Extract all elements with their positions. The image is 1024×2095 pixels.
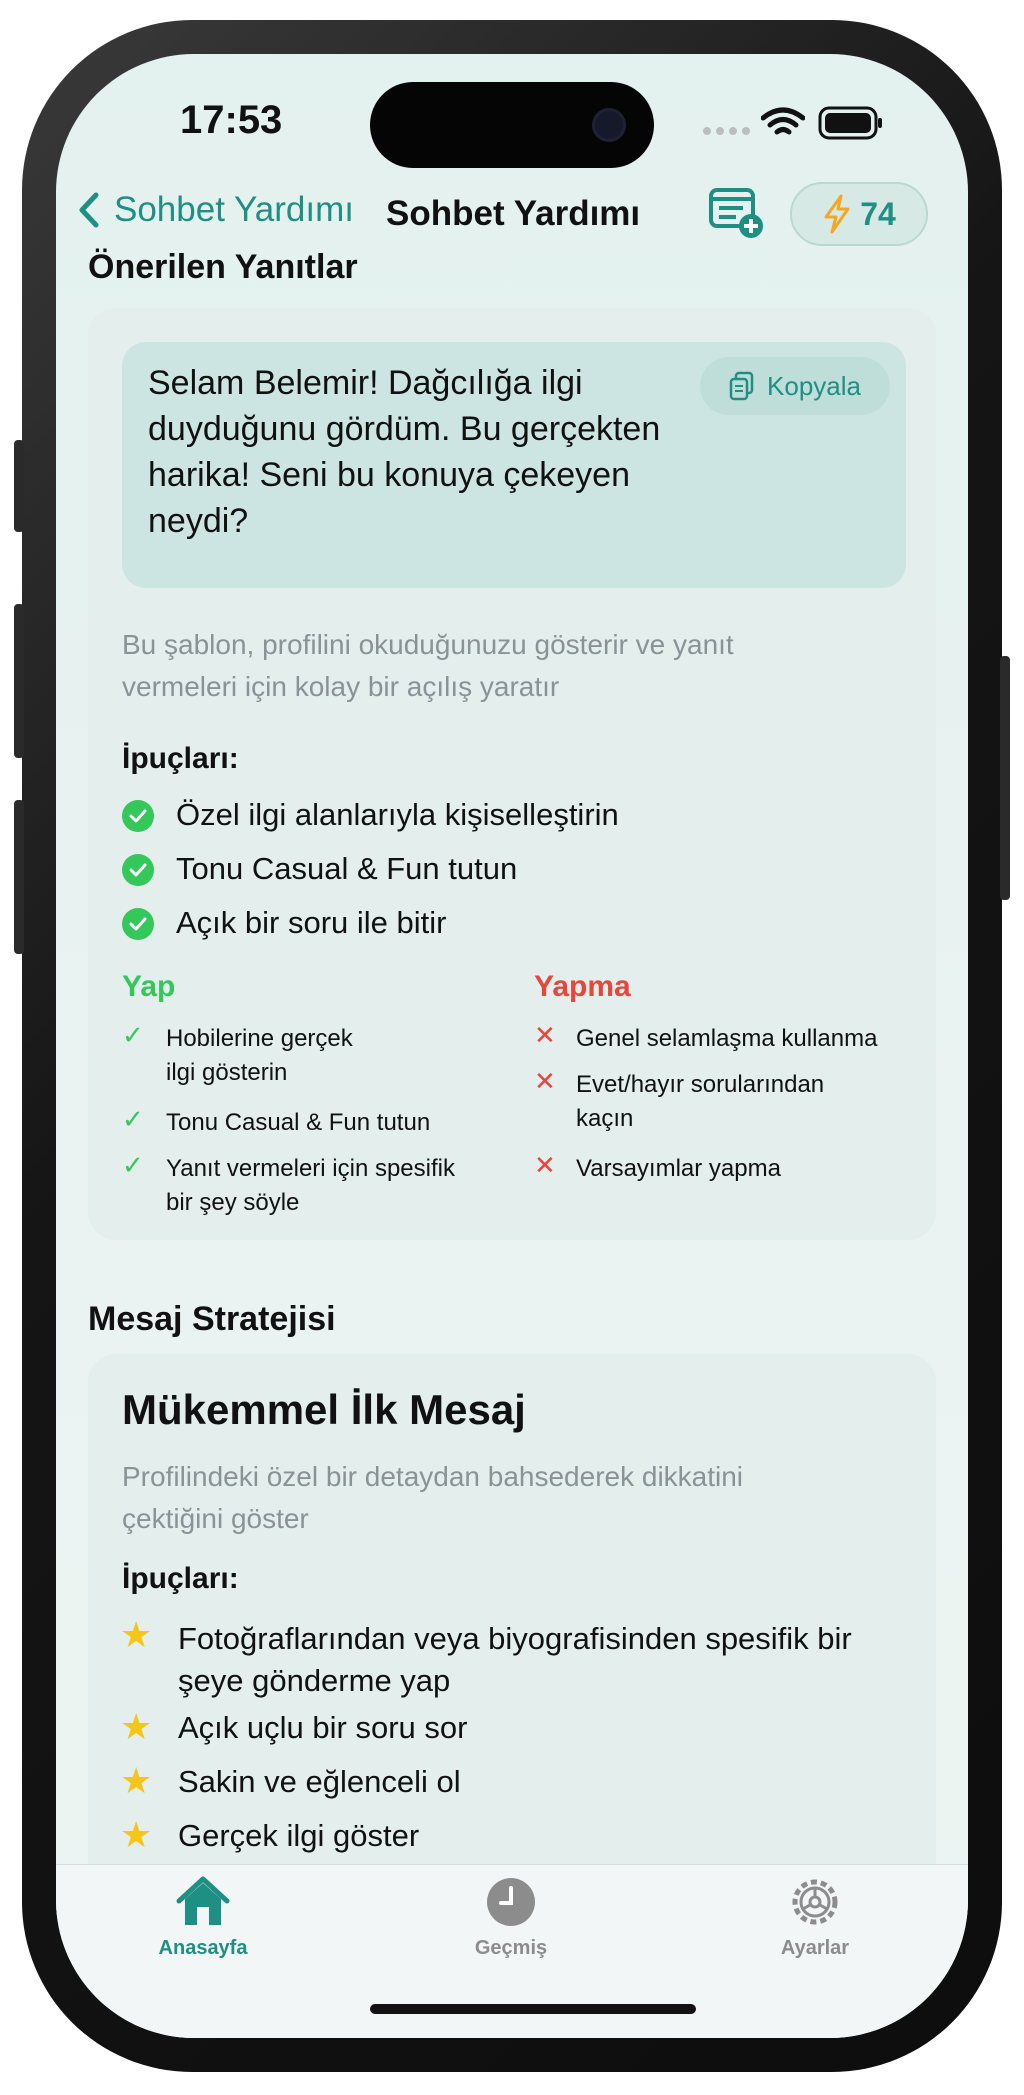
strategy-description: Profilindeki özel bir detaydan bahsedere… (122, 1456, 743, 1540)
tip-item: Özel ilgi alanlarıyla kişiselleştirin (176, 797, 619, 832)
copy-button[interactable]: Kopyala (700, 357, 890, 415)
do-item: Yanıt vermeleri için spesifik bir şey sö… (166, 1152, 455, 1220)
tip-item: Tonu Casual & Fun tutun (176, 851, 518, 886)
tips-title: İpuçları: (122, 742, 239, 775)
message-text: Selam Belemir! Dağcılığa ilgi duyduğunu … (148, 360, 660, 544)
do-item: Tonu Casual & Fun tutun (166, 1106, 430, 1140)
side-button-volume-up (14, 604, 24, 758)
suggested-heading: Önerilen Yanıtlar (88, 248, 358, 286)
clock-icon (487, 1878, 535, 1926)
dont-item: Evet/hayır sorularından kaçın (576, 1068, 824, 1136)
do-item: Hobilerine gerçek ilgi gösterin (166, 1022, 353, 1090)
check-icon: ✓ (122, 1104, 144, 1134)
dont-item-line: Evet/hayır sorularından (576, 1071, 825, 1098)
side-button-action (14, 440, 24, 532)
do-item-line: Tonu Casual & Fun tutun (166, 1109, 431, 1136)
house-icon (176, 1876, 230, 1925)
dont-item-line: Genel selamlaşma kullanma (576, 1025, 878, 1052)
new-note-button[interactable] (708, 184, 766, 247)
dont-title: Yapma (534, 970, 631, 1003)
x-icon: ✕ (534, 1020, 556, 1050)
home-indicator (370, 2004, 696, 2014)
x-icon: ✕ (534, 1066, 556, 1096)
copy-label: Kopyala (767, 370, 861, 401)
tab-settings-label: Ayarlar (780, 1937, 850, 1959)
strategy-tips-title: İpuçları: (122, 1562, 239, 1595)
strategy-tip: Sakin ve eğlenceli ol (178, 1764, 461, 1799)
do-title: Yap (122, 970, 176, 1003)
message-line: duyduğunu gördüm. Bu gerçekten (148, 410, 661, 448)
front-camera (592, 108, 626, 142)
check-icon: ✓ (122, 1150, 144, 1180)
side-button-volume-down (14, 800, 24, 954)
description-line: Bu şablon, profilini okuduğunuzu gösteri… (122, 629, 734, 660)
side-button-power (1000, 656, 1010, 900)
star-icon: ★ (120, 1760, 153, 1801)
lightning-icon (824, 194, 850, 234)
screen: 17:53 Sohbet Yardımı Sohbet Yardımı 74 Ö… (56, 54, 968, 2038)
message-line: neydi? (148, 502, 249, 540)
dont-item-line: kaçın (576, 1105, 634, 1132)
tab-home[interactable]: Anasayfa (128, 1875, 278, 1960)
gear-icon (792, 1879, 838, 1925)
tab-history[interactable]: Geçmiş (436, 1875, 586, 1960)
tab-settings[interactable]: Ayarlar (740, 1875, 890, 1960)
description-line: vermeleri için kolay bir açılış yaratır (122, 671, 560, 702)
do-item-line: ilgi gösterin (166, 1059, 288, 1086)
back-label: Sohbet Yardımı (114, 190, 354, 229)
dont-item: Varsayımlar yapma (576, 1152, 781, 1186)
do-item-line: Yanıt vermeleri için spesifik (166, 1155, 455, 1182)
dont-item-line: Varsayımlar yapma (576, 1155, 781, 1182)
x-icon: ✕ (534, 1150, 556, 1180)
strategy-tip: Fotoğraflarından veya biyografisinden sp… (178, 1618, 852, 1702)
tab-history-label: Geçmiş (474, 1937, 548, 1959)
do-item-line: Hobilerine gerçek (166, 1025, 353, 1052)
strategy-heading: Mesaj Stratejisi (88, 1300, 336, 1338)
message-line: harika! Seni bu konuya çekeyen (148, 456, 630, 494)
message-line: Selam Belemir! Dağcılığa ilgi (148, 364, 583, 402)
list-add-icon (709, 188, 763, 238)
strategy-card-title: Mükemmel İlk Mesaj (122, 1386, 526, 1433)
battery-icon (818, 106, 884, 145)
credits-badge[interactable]: 74 (790, 182, 928, 246)
check-circle-icon (122, 800, 154, 832)
wifi-icon (760, 106, 806, 145)
strategy-tip-line: Fotoğraflarından veya biyografisinden sp… (178, 1621, 852, 1656)
tip-item: Açık bir soru ile bitir (176, 905, 447, 940)
description-line: Profilindeki özel bir detaydan bahsedere… (122, 1461, 744, 1492)
dont-item: Genel selamlaşma kullanma (576, 1022, 877, 1056)
strategy-tip: Açık uçlu bir soru sor (178, 1710, 468, 1745)
check-circle-icon (122, 908, 154, 940)
star-icon: ★ (120, 1814, 153, 1855)
chevron-left-icon (79, 192, 99, 228)
star-icon: ★ (120, 1706, 153, 1747)
page-title: Sohbet Yardımı (386, 194, 641, 233)
tab-home-label: Anasayfa (158, 1937, 248, 1959)
back-button[interactable]: Sohbet Yardımı (78, 190, 354, 230)
status-time: 17:53 (180, 98, 283, 142)
credits-count: 74 (860, 195, 896, 232)
copy-icon (729, 371, 754, 401)
description-line: çektiğini göster (122, 1503, 309, 1534)
check-circle-icon (122, 854, 154, 886)
strategy-tip-line: şeye gönderme yap (178, 1663, 451, 1698)
suggested-description: Bu şablon, profilini okuduğunuzu gösteri… (122, 624, 734, 708)
strategy-tip: Gerçek ilgi göster (178, 1818, 420, 1853)
signal-icon (702, 124, 752, 143)
check-icon: ✓ (122, 1020, 144, 1050)
star-icon: ★ (120, 1614, 153, 1655)
do-item-line: bir şey söyle (166, 1189, 300, 1216)
